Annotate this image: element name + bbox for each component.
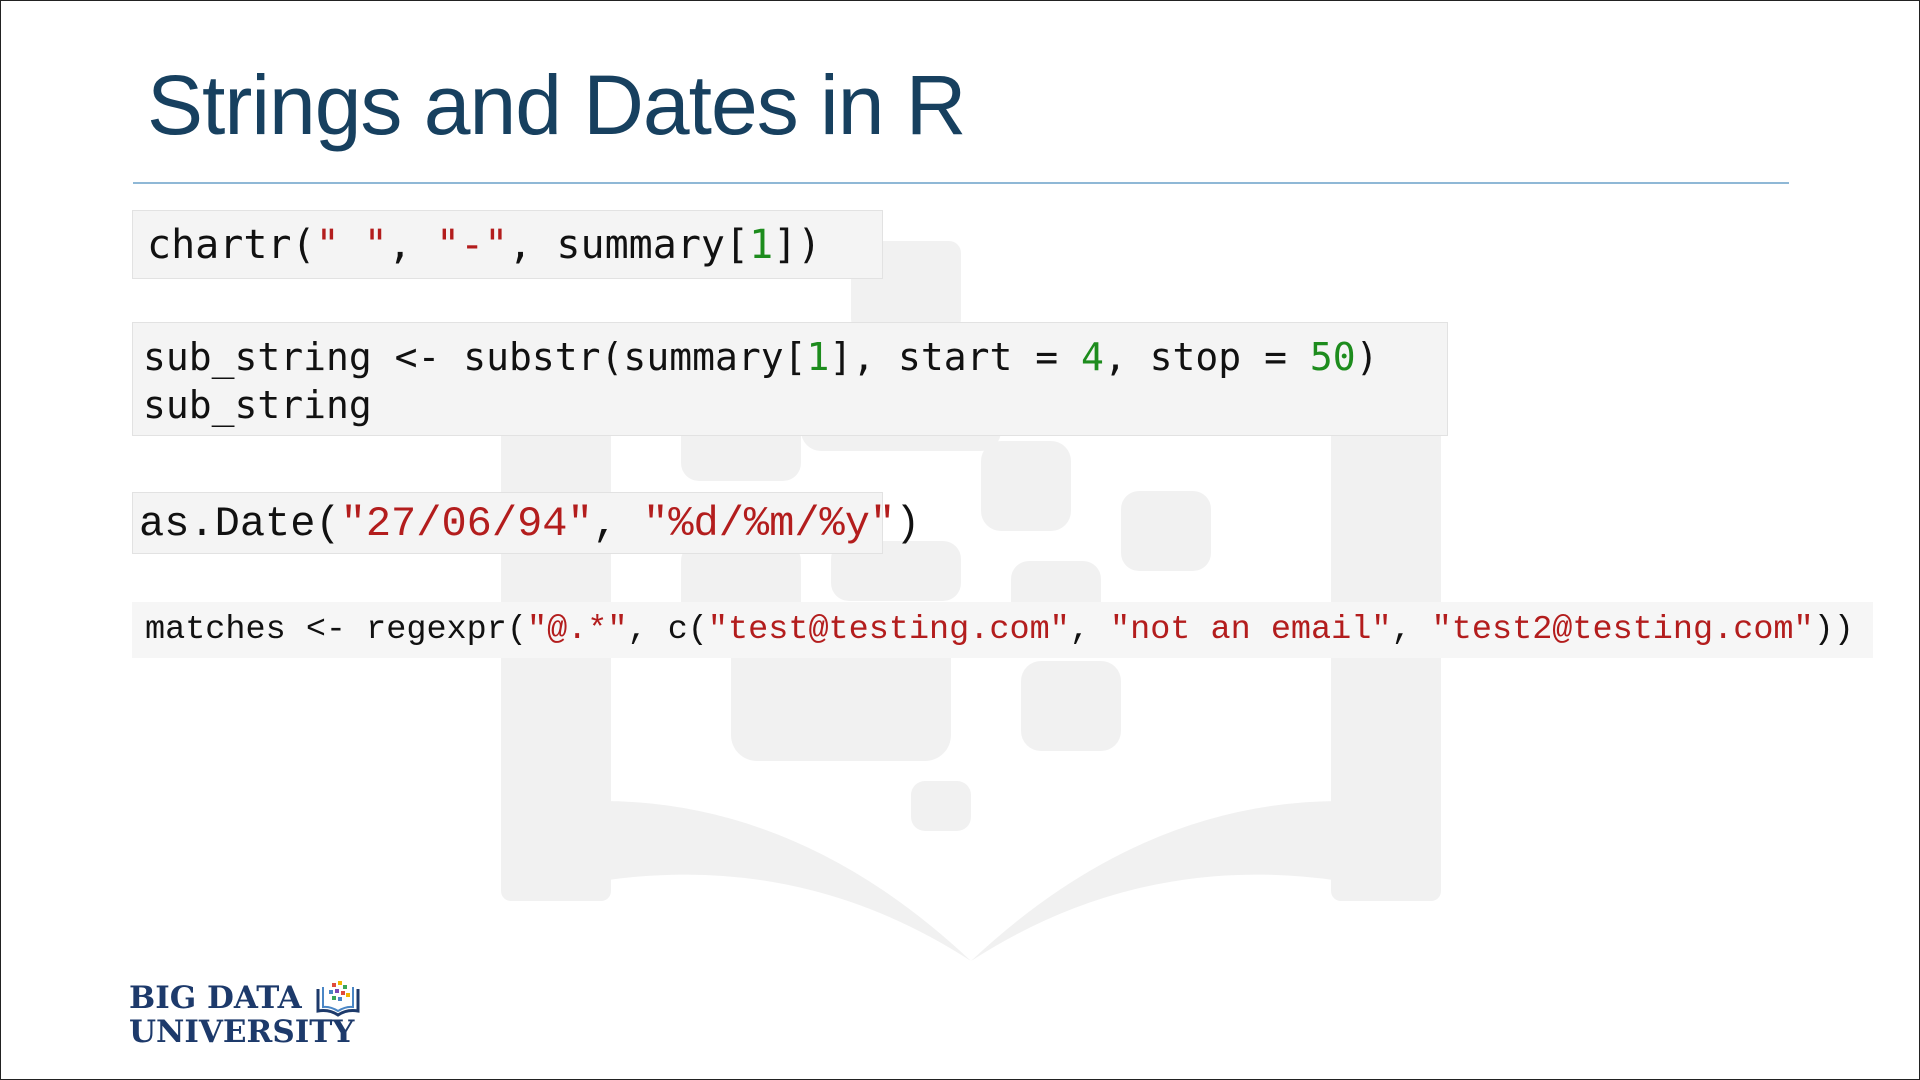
- code-string-token: "test2@testing.com": [1431, 611, 1814, 649]
- code-number-token: 50: [1309, 335, 1356, 379]
- code-block-as-date: as.Date("27/06/94", "%d/%m/%y"): [132, 492, 920, 554]
- big-data-university-logo: BIG DATA UNIVERSITY: [129, 981, 360, 1050]
- code-token: ], start =: [829, 335, 1082, 379]
- code-token: , c(: [627, 611, 708, 649]
- code-string-token: "@.*": [526, 611, 628, 649]
- code-string-token: " ": [315, 222, 388, 268]
- code-token: sub_string <- substr(summary[: [143, 335, 807, 379]
- code-string-token: "%d/%m/%y": [643, 500, 896, 548]
- code-token: ): [1355, 335, 1379, 379]
- code-token: , stop =: [1103, 335, 1310, 379]
- code-token: chartr(: [147, 222, 316, 268]
- code-token: )): [1813, 611, 1854, 649]
- code-token: as.Date(: [139, 500, 341, 548]
- code-token: ]): [773, 222, 822, 268]
- code-string-token: "test@testing.com": [707, 611, 1070, 649]
- code-string-token: "-": [436, 222, 509, 268]
- open-book-with-dots-icon: [316, 981, 360, 1017]
- code-line: matches <- regexpr("@.*", c("test@testin…: [145, 608, 1860, 652]
- code-token: matches <- regexpr(: [145, 611, 527, 649]
- code-number-token: 1: [749, 222, 774, 268]
- code-line: sub_string: [143, 381, 1437, 429]
- code-line: as.Date("27/06/94", "%d/%m/%y"): [139, 499, 920, 549]
- code-token: ,: [592, 500, 644, 548]
- code-number-token: 1: [806, 335, 830, 379]
- code-token: ,: [1391, 611, 1432, 649]
- code-token: ,: [1069, 611, 1110, 649]
- code-token: ,: [387, 222, 436, 268]
- slide-title: Strings and Dates in R: [147, 58, 966, 152]
- code-string-token: "not an email": [1110, 611, 1392, 649]
- code-line: chartr(" ", "-", summary[1]): [147, 223, 868, 267]
- code-string-token: "27/06/94": [340, 500, 593, 548]
- title-divider: [133, 182, 1789, 184]
- code-number-token: 4: [1081, 335, 1104, 379]
- code-token: sub_string: [143, 383, 372, 427]
- logo-line-2: UNIVERSITY: [129, 1014, 355, 1050]
- code-block-regexpr: matches <- regexpr("@.*", c("test@testin…: [132, 602, 1873, 658]
- code-token: , summary[: [508, 222, 750, 268]
- slide-frame: Strings and Dates in R chartr(" ", "-", …: [0, 0, 1920, 1080]
- code-line: sub_string <- substr(summary[1], start =…: [143, 333, 1437, 381]
- code-token: ): [895, 500, 921, 548]
- code-block-substr: sub_string <- substr(summary[1], start =…: [132, 322, 1448, 436]
- code-block-chartr: chartr(" ", "-", summary[1]): [132, 210, 883, 279]
